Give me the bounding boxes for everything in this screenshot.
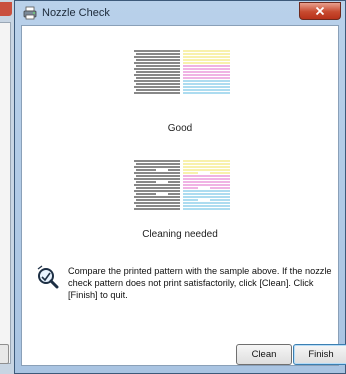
cleaning-needed-pattern-image <box>134 160 230 210</box>
instruction-block: Compare the printed pattern with the sam… <box>36 265 336 301</box>
window-title: Nozzle Check <box>42 7 110 19</box>
nozzle-check-dialog: Nozzle Check Good Cleaning needed Compar… <box>14 0 346 374</box>
good-label: Good <box>167 123 193 134</box>
background-window <box>0 0 15 374</box>
title-bar[interactable]: Nozzle Check <box>15 1 345 25</box>
printer-icon <box>23 6 37 20</box>
close-button[interactable] <box>299 2 341 20</box>
background-button[interactable] <box>0 344 9 364</box>
background-close-button[interactable] <box>0 2 12 16</box>
clean-button[interactable]: Clean <box>236 344 292 365</box>
instruction-text: Compare the printed pattern with the sam… <box>68 266 332 300</box>
close-icon <box>315 6 325 16</box>
good-pattern-image <box>134 50 230 94</box>
dialog-content: Good Cleaning needed Compare the printed… <box>21 25 346 366</box>
finish-button[interactable]: Finish <box>293 344 346 365</box>
magnifier-check-icon <box>37 265 59 289</box>
cleaning-needed-label: Cleaning needed <box>142 229 218 240</box>
background-window-client <box>0 22 11 364</box>
